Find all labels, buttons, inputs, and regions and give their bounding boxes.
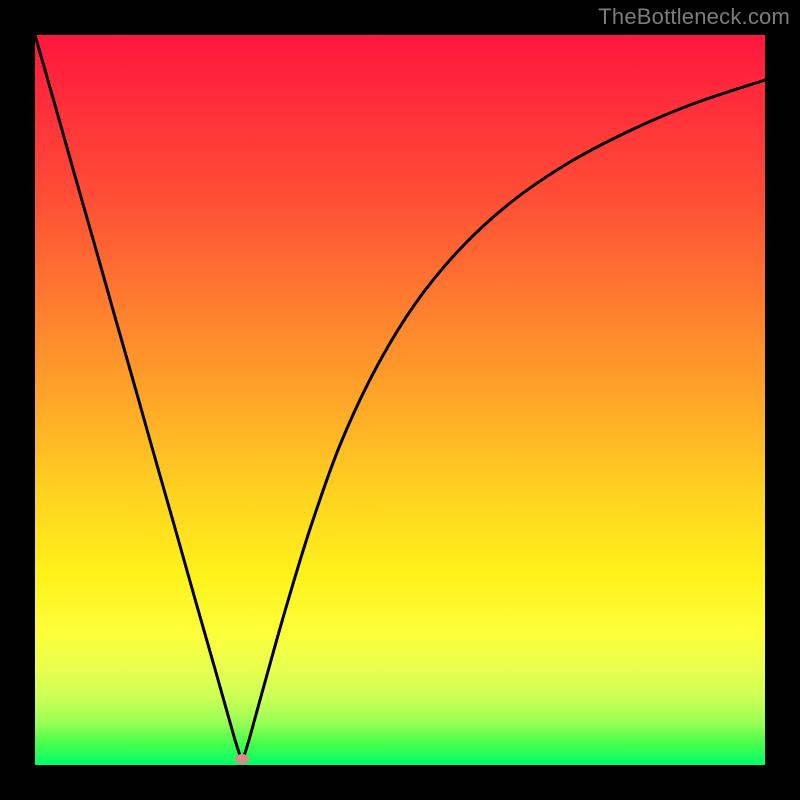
- plot-area: [35, 35, 765, 765]
- watermark-text: TheBottleneck.com: [598, 4, 790, 30]
- gradient-background: [35, 35, 765, 765]
- chart-frame: TheBottleneck.com: [0, 0, 800, 800]
